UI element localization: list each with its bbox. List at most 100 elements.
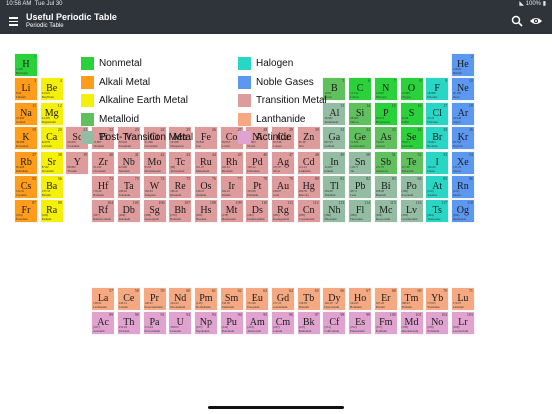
element-rutherfordium[interactable]: 104 Rf (267) Rutherfordium xyxy=(91,199,116,224)
element-sodium[interactable]: 11 Na 22.990 Sodium xyxy=(14,101,38,126)
element-dysprosium[interactable]: 66 Dy 162.50 Dysprosium xyxy=(322,287,347,311)
element-lithium[interactable]: 3 Li 6.94 Lithium xyxy=(14,77,38,102)
element-hydrogen[interactable]: 1 H 1.008 Hydrogen xyxy=(14,53,38,77)
element-praseodymium[interactable]: 59 Pr 140.91 Praseodymium xyxy=(142,287,167,311)
element-radon[interactable]: 86 Rn (222) Radon xyxy=(450,175,475,199)
element-holmium[interactable]: 67 Ho 164.93 Holmium xyxy=(348,287,373,311)
element-technetium[interactable]: 43 Tc (98) Technetium xyxy=(168,150,193,175)
element-nihonium[interactable]: 113 Nh (286) Nihonium xyxy=(322,199,347,224)
element-curium[interactable]: 96 Cm (247) Curium xyxy=(271,311,295,336)
element-yttrium[interactable]: 39 Y 88.906 Yttrium xyxy=(65,150,90,175)
legend-item-noble-gases[interactable]: Noble Gases xyxy=(238,75,388,89)
element-einsteinium[interactable]: 99 Es (252) Einsteinium xyxy=(348,311,373,336)
legend-item-alkaline-earth-metal[interactable]: Alkaline Earth Metal xyxy=(81,94,231,108)
element-bohrium[interactable]: 107 Bh (270) Bohrium xyxy=(168,199,193,224)
legend-item-metalloid[interactable]: Metalloid xyxy=(81,112,231,126)
element-fluorine[interactable]: 9 F 18.998 Fluorine xyxy=(425,77,450,102)
element-lawrencium[interactable]: 103 Lr (266) Lawrencium xyxy=(450,311,475,336)
element-selenium[interactable]: 34 Se 78.971 Selenium xyxy=(399,126,424,151)
element-neptunium[interactable]: 93 Np (237) Neptunium xyxy=(193,311,218,336)
legend-item-lanthanide[interactable]: Lanthanide xyxy=(238,112,388,126)
element-fermium[interactable]: 100 Fm (257) Fermium xyxy=(373,311,398,336)
element-iridium[interactable]: 77 Ir 192.22 Iridium xyxy=(219,175,244,199)
element-zirconium[interactable]: 40 Zr 91.224 Zirconium xyxy=(91,150,116,175)
legend-item-transition-metal[interactable]: Transition Metal xyxy=(238,94,388,108)
element-flerovium[interactable]: 114 Fl (289) Flerovium xyxy=(348,199,373,224)
element-platinum[interactable]: 78 Pt 195.08 Platinum xyxy=(245,175,270,199)
element-silver[interactable]: 47 Ag 107.87 Silver xyxy=(271,150,295,175)
element-radium[interactable]: 88 Ra (226) Radium xyxy=(39,199,64,224)
element-actinium[interactable]: 89 Ac (227) Actinium xyxy=(91,311,116,336)
element-potassium[interactable]: 19 K 39.098 Potassium xyxy=(14,126,38,151)
element-chlorine[interactable]: 17 Cl 35.45 Chlorine xyxy=(425,101,450,126)
element-osmium[interactable]: 76 Os 190.23 Osmium xyxy=(193,175,218,199)
element-thorium[interactable]: 90 Th 232.04 Thorium xyxy=(116,311,141,336)
element-cerium[interactable]: 58 Ce 140.12 Cerium xyxy=(116,287,141,311)
element-europium[interactable]: 63 Eu 151.96 Europium xyxy=(245,287,270,311)
element-xenon[interactable]: 54 Xe 131.29 Xenon xyxy=(450,150,475,175)
element-californium[interactable]: 98 Cf (251) Californium xyxy=(322,311,347,336)
element-neon[interactable]: 10 Ne 20.180 Neon xyxy=(450,77,475,102)
element-roentgenium[interactable]: 111 Rg (282) Roentgenium xyxy=(271,199,295,224)
legend-item-nonmetal[interactable]: Nonmetal xyxy=(81,57,231,70)
element-protactinium[interactable]: 91 Pa 231.04 Protactinium xyxy=(142,311,167,336)
element-thallium[interactable]: 81 Tl 204.38 Thallium xyxy=(322,175,347,199)
element-krypton[interactable]: 36 Kr 83.798 Krypton xyxy=(450,126,475,151)
legend-item-alkali-metal[interactable]: Alkali Metal xyxy=(81,75,231,89)
element-ytterbium[interactable]: 70 Yb 173.05 Ytterbium xyxy=(425,287,450,311)
element-bromine[interactable]: 35 Br 79.904 Bromine xyxy=(425,126,450,151)
element-livermorium[interactable]: 116 Lv (293) Livermorium xyxy=(399,199,424,224)
element-helium[interactable]: 2 He 4.0026 Helium xyxy=(450,53,475,77)
element-americium[interactable]: 95 Am (243) Americium xyxy=(245,311,270,336)
element-antimony[interactable]: 51 Sb 121.76 Antimony xyxy=(373,150,398,175)
element-lutetium[interactable]: 71 Lu 174.97 Lutetium xyxy=(450,287,475,311)
element-sulfur[interactable]: 16 S 32.06 Sulfur xyxy=(399,101,424,126)
element-rubidium[interactable]: 37 Rb 85.468 Rubidium xyxy=(14,150,38,175)
element-lanthanum[interactable]: 57 La 138.91 Lanthanum xyxy=(91,287,116,311)
element-mercury[interactable]: 80 Hg 200.59 Mercury xyxy=(296,175,321,199)
element-molybdenum[interactable]: 42 Mo 95.95 Molybdenum xyxy=(142,150,167,175)
element-indium[interactable]: 49 In 114.82 Indium xyxy=(322,150,347,175)
element-strontium[interactable]: 38 Sr 87.62 Strontium xyxy=(39,150,64,175)
element-tantalum[interactable]: 73 Ta 180.95 Tantalum xyxy=(116,175,141,199)
element-seaborgium[interactable]: 106 Sg (269) Seaborgium xyxy=(142,199,167,224)
element-bismuth[interactable]: 83 Bi 208.98 Bismuth xyxy=(373,175,398,199)
element-oganesson[interactable]: 118 Og (294) Oganesson xyxy=(450,199,475,224)
element-beryllium[interactable]: 4 Be 9.0122 Beryllium xyxy=(39,77,64,102)
element-francium[interactable]: 87 Fr (223) Francium xyxy=(14,199,38,224)
element-iodine[interactable]: 53 I 126.90 Iodine xyxy=(425,150,450,175)
legend-item-post-transition-metal[interactable]: Post-Transition Metal xyxy=(81,131,231,145)
element-tellurium[interactable]: 52 Te 127.60 Tellurium xyxy=(399,150,424,175)
element-hassium[interactable]: 108 Hs (269) Hassium xyxy=(193,199,218,224)
element-plutonium[interactable]: 94 Pu (244) Plutonium xyxy=(219,311,244,336)
legend-item-halogen[interactable]: Halogen xyxy=(238,57,388,70)
element-hafnium[interactable]: 72 Hf 178.49 Hafnium xyxy=(91,175,116,199)
element-astatine[interactable]: 85 At (210) Astatine xyxy=(425,175,450,199)
element-argon[interactable]: 18 Ar 39.948 Argon xyxy=(450,101,475,126)
element-barium[interactable]: 56 Ba 137.33 Barium xyxy=(39,175,64,199)
element-tin[interactable]: 50 Sn 118.71 Tin xyxy=(348,150,373,175)
element-rhenium[interactable]: 75 Re 186.21 Rhenium xyxy=(168,175,193,199)
element-terbium[interactable]: 65 Tb 158.93 Terbium xyxy=(296,287,321,311)
element-samarium[interactable]: 62 Sm 150.36 Samarium xyxy=(219,287,244,311)
element-darmstadtium[interactable]: 110 Ds (281) Darmstadtium xyxy=(245,199,270,224)
element-lead[interactable]: 82 Pb 207.2 Lead xyxy=(348,175,373,199)
element-tennessine[interactable]: 117 Ts (294) Tennessine xyxy=(425,199,450,224)
element-magnesium[interactable]: 12 Mg 24.305 Magnesium xyxy=(39,101,64,126)
element-berkelium[interactable]: 97 Bk (247) Berkelium xyxy=(296,311,321,336)
element-polonium[interactable]: 84 Po (209) Polonium xyxy=(399,175,424,199)
element-moscovium[interactable]: 115 Mc (290) Moscovium xyxy=(373,199,398,224)
element-ruthenium[interactable]: 44 Ru 101.07 Ruthenium xyxy=(193,150,218,175)
element-calcium[interactable]: 20 Ca 40.078 Calcium xyxy=(39,126,64,151)
element-palladium[interactable]: 46 Pd 106.42 Palladium xyxy=(245,150,270,175)
element-promethium[interactable]: 61 Pm (145) Promethium xyxy=(193,287,218,311)
element-copernicium[interactable]: 112 Cn (285) Copernicium xyxy=(296,199,321,224)
element-uranium[interactable]: 92 U 238.03 Uranium xyxy=(168,311,193,336)
element-gold[interactable]: 79 Au 196.97 Gold xyxy=(271,175,295,199)
element-rhodium[interactable]: 45 Rh 102.91 Rhodium xyxy=(219,150,244,175)
element-tungsten[interactable]: 74 W 183.84 Tungsten xyxy=(142,175,167,199)
element-thulium[interactable]: 69 Tm 168.93 Thulium xyxy=(399,287,424,311)
element-nobelium[interactable]: 102 No (259) Nobelium xyxy=(425,311,450,336)
element-dubnium[interactable]: 105 Db (268) Dubnium xyxy=(116,199,141,224)
element-neodymium[interactable]: 60 Nd 144.24 Neodymium xyxy=(168,287,193,311)
